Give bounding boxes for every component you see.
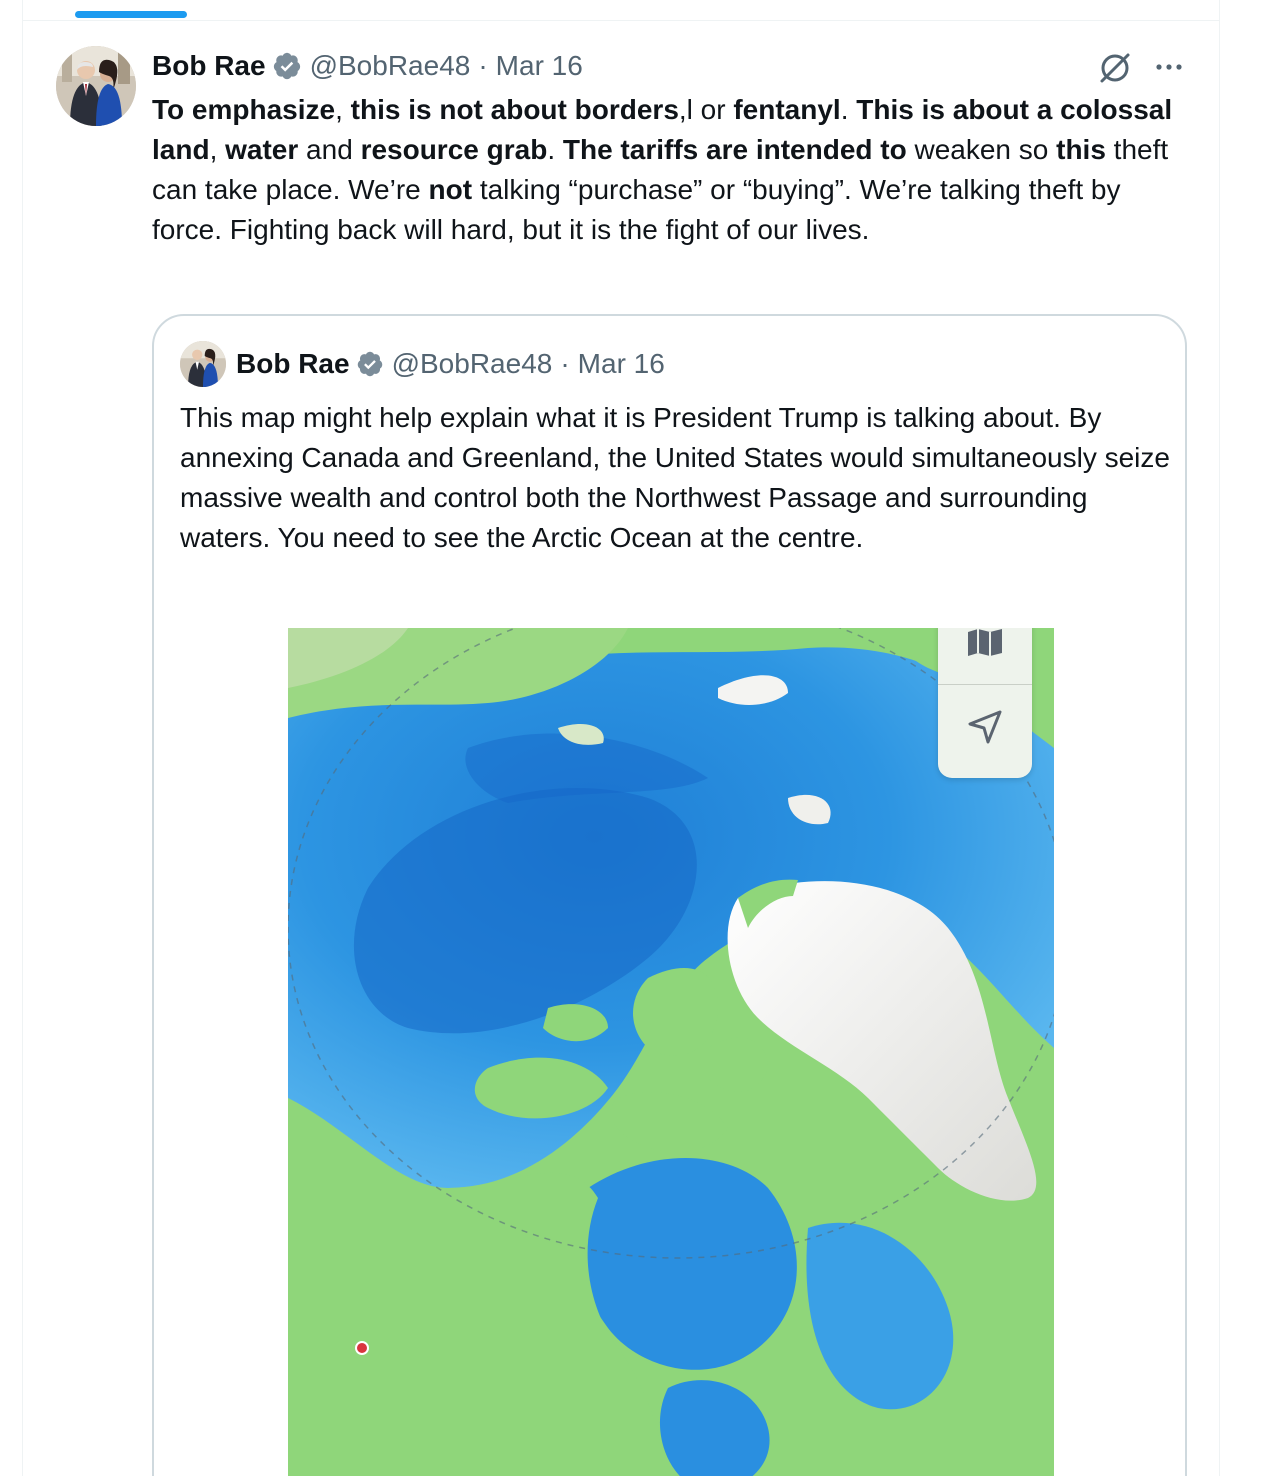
tweet-text-segment: and [298, 134, 361, 165]
tweet-date[interactable]: Mar 16 [496, 50, 583, 82]
quoted-author-handle: @BobRae48 [391, 348, 553, 379]
more-options-icon[interactable] [1150, 50, 1188, 84]
tweet-text-segment: . [840, 94, 857, 125]
avatar[interactable] [56, 46, 136, 126]
tweet-text-bold-segment: To emphasize [152, 94, 336, 125]
map-controls [938, 628, 1032, 778]
verified-badge-icon [357, 351, 382, 377]
grok-icon[interactable] [1097, 50, 1133, 86]
tweet-text-bold-segment: resource grab [360, 134, 548, 165]
tweet-page: Bob Rae @BobRae48 · Mar 16 To emphasize,… [0, 0, 1278, 1476]
quoted-tweet-card[interactable]: Bob Rae @BobRae48 · Mar 16 This map migh… [152, 314, 1187, 1476]
column-border-left [22, 0, 23, 1476]
author-handle[interactable]: @BobRae48 [310, 50, 471, 82]
tweet-text-segment: . [547, 134, 563, 165]
quoted-separator-dot: · [560, 348, 570, 379]
tweet-text-segment: weaken so [906, 134, 1057, 165]
quoted-tweet-header: Bob Rae @BobRae48 · Mar 16 [180, 341, 665, 387]
author-name[interactable]: Bob Rae [152, 50, 266, 82]
tweet-text-bold-segment: water [225, 134, 299, 165]
map-mode-icon[interactable] [964, 628, 1006, 660]
tweet-text-segment: , [335, 94, 351, 125]
tweet-text-bold-segment: not [428, 174, 473, 205]
quoted-tweet-text: This map might help explain what it is P… [180, 402, 1170, 553]
tweet-text-bold-segment: fentanyl [733, 94, 841, 125]
top-divider [22, 20, 1220, 21]
quoted-avatar-photo [180, 341, 226, 387]
quoted-avatar [180, 341, 226, 387]
tweet-text: To emphasize, this is not about borders,… [152, 90, 1192, 250]
tweet-text-bold-segment: this is not about borders [350, 94, 679, 125]
location-arrow-icon[interactable] [964, 706, 1006, 748]
separator-dot: · [478, 50, 488, 81]
column-border-right [1219, 0, 1220, 1476]
verified-badge-icon [273, 52, 300, 80]
controls-divider [938, 684, 1032, 685]
tweet-text-segment: ,l or [678, 94, 734, 125]
tweet-text-bold-segment: The tariffs are intended to [562, 134, 907, 165]
tweet-header: Bob Rae @BobRae48 · Mar 16 [152, 48, 583, 84]
active-tab-indicator [75, 11, 187, 18]
tweet-text-bold-segment: this [1056, 134, 1106, 165]
quoted-author-name: Bob Rae [236, 348, 350, 379]
avatar-photo [56, 46, 136, 126]
quoted-tweet-date: Mar 16 [577, 348, 665, 379]
arctic-map-image[interactable] [288, 628, 1054, 1476]
tweet-text-segment: , [209, 134, 226, 165]
